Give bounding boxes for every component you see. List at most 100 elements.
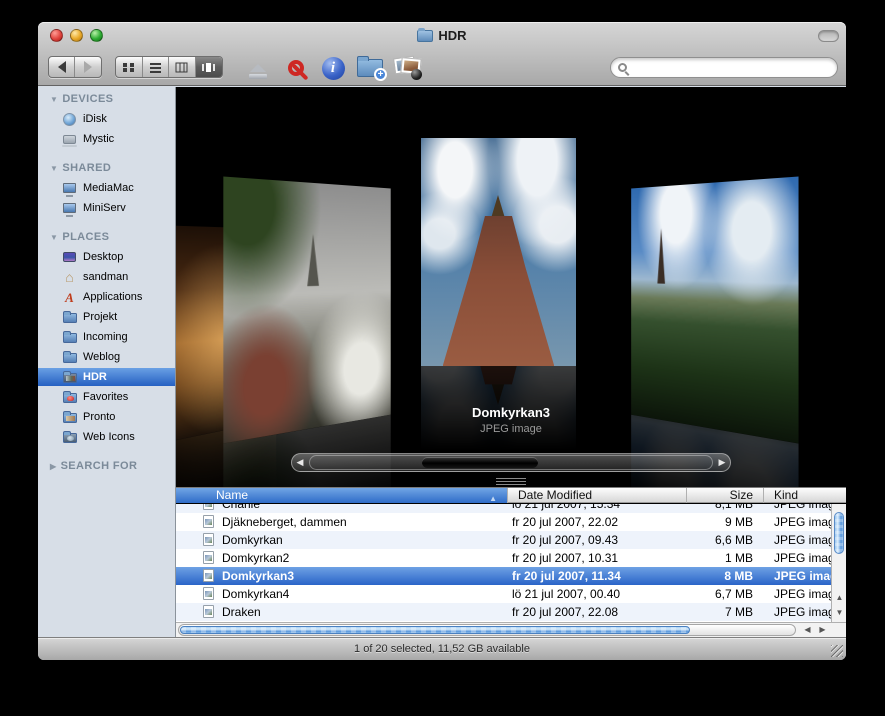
search-field[interactable] (610, 57, 838, 78)
icon-view-button[interactable] (116, 57, 143, 77)
vertical-scroll-thumb[interactable] (834, 512, 844, 554)
sidebar-section-places[interactable]: ▼PLACES (38, 228, 175, 246)
coverflow-scroll-track[interactable] (309, 455, 713, 470)
coverflow-scroll-thumb[interactable] (422, 457, 538, 468)
folder-icon (62, 350, 77, 365)
sidebar-item-miniserv[interactable]: MiniServ (38, 199, 175, 217)
get-info-button[interactable]: i (320, 55, 346, 81)
sort-ascending-icon: ▲ (489, 491, 497, 503)
list-view-button[interactable] (143, 57, 170, 77)
table-row-charlie[interactable]: Charlie lö 21 jul 2007, 15.34 8,1 MB JPE… (176, 504, 846, 513)
horizontal-scroll-thumb[interactable] (180, 626, 690, 634)
jpeg-document-icon (203, 504, 214, 510)
cover-forest-spire[interactable] (631, 177, 799, 444)
titlebar: HDR (38, 28, 846, 44)
sidebar-item-weblog[interactable]: Weblog (38, 348, 175, 366)
icon-view-icon (122, 62, 135, 73)
nav-buttons (48, 56, 102, 78)
sidebar-item-mystic[interactable]: Mystic (38, 130, 175, 148)
eject-button[interactable] (244, 54, 272, 80)
sidebar-item-applications[interactable]: AApplications (38, 288, 175, 306)
sidebar-section-search-for[interactable]: ▶SEARCH FOR (38, 457, 175, 475)
coverflow-scrollbar[interactable]: ◀ ▶ (291, 453, 731, 472)
horizontal-scroll-track[interactable] (178, 624, 796, 636)
jpeg-document-icon (203, 587, 214, 600)
coverflow-resize-grip[interactable] (496, 478, 526, 487)
status-text: 1 of 20 selected, 11,52 GB available (354, 643, 530, 655)
home-icon: ⌂ (62, 270, 77, 285)
column-view-button[interactable] (169, 57, 196, 77)
sidebar-item-desktop[interactable]: Desktop (38, 248, 175, 266)
column-header-date-modified[interactable]: Date Modified (508, 488, 687, 503)
coverflow-scroll-left-icon[interactable]: ◀ (292, 454, 308, 471)
cover-title: Domkyrkan3 (398, 405, 624, 420)
sidebar: ▼DEVICES iDisk Mystic ▼SHARED MediaMac M… (38, 87, 176, 637)
scroll-down-icon[interactable]: ▼ (832, 606, 846, 620)
scroll-right-icon[interactable]: ▶ (815, 624, 830, 636)
scroll-up-icon[interactable]: ▲ (832, 591, 846, 605)
jpeg-document-icon (203, 515, 214, 528)
jpeg-document-icon (203, 605, 214, 618)
hdr-folder-icon (62, 370, 77, 385)
vertical-scrollbar[interactable]: ▲ ▼ (831, 504, 846, 622)
search-input[interactable] (632, 60, 822, 76)
sidebar-item-web-icons[interactable]: Web Icons (38, 428, 175, 446)
sidebar-item-favorites[interactable]: Favorites (38, 388, 175, 406)
sidebar-item-incoming[interactable]: Incoming (38, 328, 175, 346)
horizontal-scrollbar[interactable]: ◀ ▶ (176, 622, 846, 637)
cover-domkyrkan3-selected[interactable] (421, 138, 576, 366)
jpeg-document-icon (203, 569, 214, 582)
disclosure-triangle-icon: ▼ (50, 164, 58, 173)
sidebar-item-hdr[interactable]: HDR (38, 368, 175, 386)
desktop-icon (62, 250, 77, 265)
table-row-domkyrkan4[interactable]: Domkyrkan4 lö 21 jul 2007, 00.40 6,7 MB … (176, 585, 846, 603)
window-resize-grip[interactable] (831, 645, 843, 657)
list-header: Name ▲ Date Modified Size Kind (176, 487, 846, 503)
column-view-icon (175, 62, 188, 73)
folder-icon (62, 330, 77, 345)
plus-badge-icon: + (374, 68, 387, 81)
table-row-domkyrkan2[interactable]: Domkyrkan2 fr 20 jul 2007, 10.31 1 MB JP… (176, 549, 846, 567)
disclosure-triangle-icon: ▶ (50, 462, 57, 471)
scroll-left-icon[interactable]: ◀ (800, 624, 815, 636)
view-mode-control (115, 56, 223, 78)
table-row-domkyrkan3-selected[interactable]: Domkyrkan3 fr 20 jul 2007, 11.34 8 MB JP… (176, 567, 846, 585)
column-header-size[interactable]: Size (687, 488, 764, 503)
toolbar-toggle-pill[interactable] (818, 30, 839, 42)
coverflow-area: Domkyrkan3 JPEG image ◀ ▶ (176, 87, 846, 487)
new-folder-button[interactable]: + (354, 55, 386, 81)
table-row-djakneberget[interactable]: Djäkneberget, dammen fr 20 jul 2007, 22.… (176, 513, 846, 531)
sidebar-item-idisk[interactable]: iDisk (38, 110, 175, 128)
photos-app-icon (394, 55, 423, 80)
folder-icon (62, 310, 77, 325)
idisk-icon (62, 112, 77, 127)
sidebar-section-shared[interactable]: ▼SHARED (38, 159, 175, 177)
finder-window: HDR (38, 22, 846, 660)
window-chrome: HDR (38, 22, 846, 86)
table-row-draken[interactable]: Draken fr 20 jul 2007, 22.08 7 MB JPEG i… (176, 603, 846, 621)
coverflow-view-icon (201, 62, 216, 73)
sidebar-section-devices[interactable]: ▼DEVICES (38, 90, 175, 108)
column-header-name[interactable]: Name ▲ (176, 488, 508, 503)
sidebar-item-sandman[interactable]: ⌂sandman (38, 268, 175, 286)
column-header-kind[interactable]: Kind (764, 488, 846, 503)
sidebar-item-mediamac[interactable]: MediaMac (38, 179, 175, 197)
back-button[interactable] (49, 57, 75, 77)
pronto-folder-icon (62, 410, 77, 425)
table-row-domkyrkan[interactable]: Domkyrkan fr 20 jul 2007, 09.43 6,6 MB J… (176, 531, 846, 549)
jpeg-document-icon (203, 551, 214, 564)
burn-restricted-button[interactable] (283, 55, 309, 81)
web-icons-folder-icon (62, 430, 77, 445)
search-icon (618, 63, 627, 72)
photos-app-button[interactable] (392, 53, 424, 81)
cover-grey-church[interactable] (223, 177, 391, 444)
sidebar-item-pronto[interactable]: Pronto (38, 408, 175, 426)
main-area: Domkyrkan3 JPEG image ◀ ▶ Name ▲ Date Mo… (176, 87, 846, 637)
display-icon (62, 181, 77, 196)
coverflow-view-button[interactable] (196, 57, 222, 77)
list-view-icon (149, 62, 162, 73)
disclosure-triangle-icon: ▼ (50, 233, 58, 242)
sidebar-item-projekt[interactable]: Projekt (38, 308, 175, 326)
coverflow-scroll-right-icon[interactable]: ▶ (714, 454, 730, 471)
forward-button[interactable] (75, 57, 101, 77)
